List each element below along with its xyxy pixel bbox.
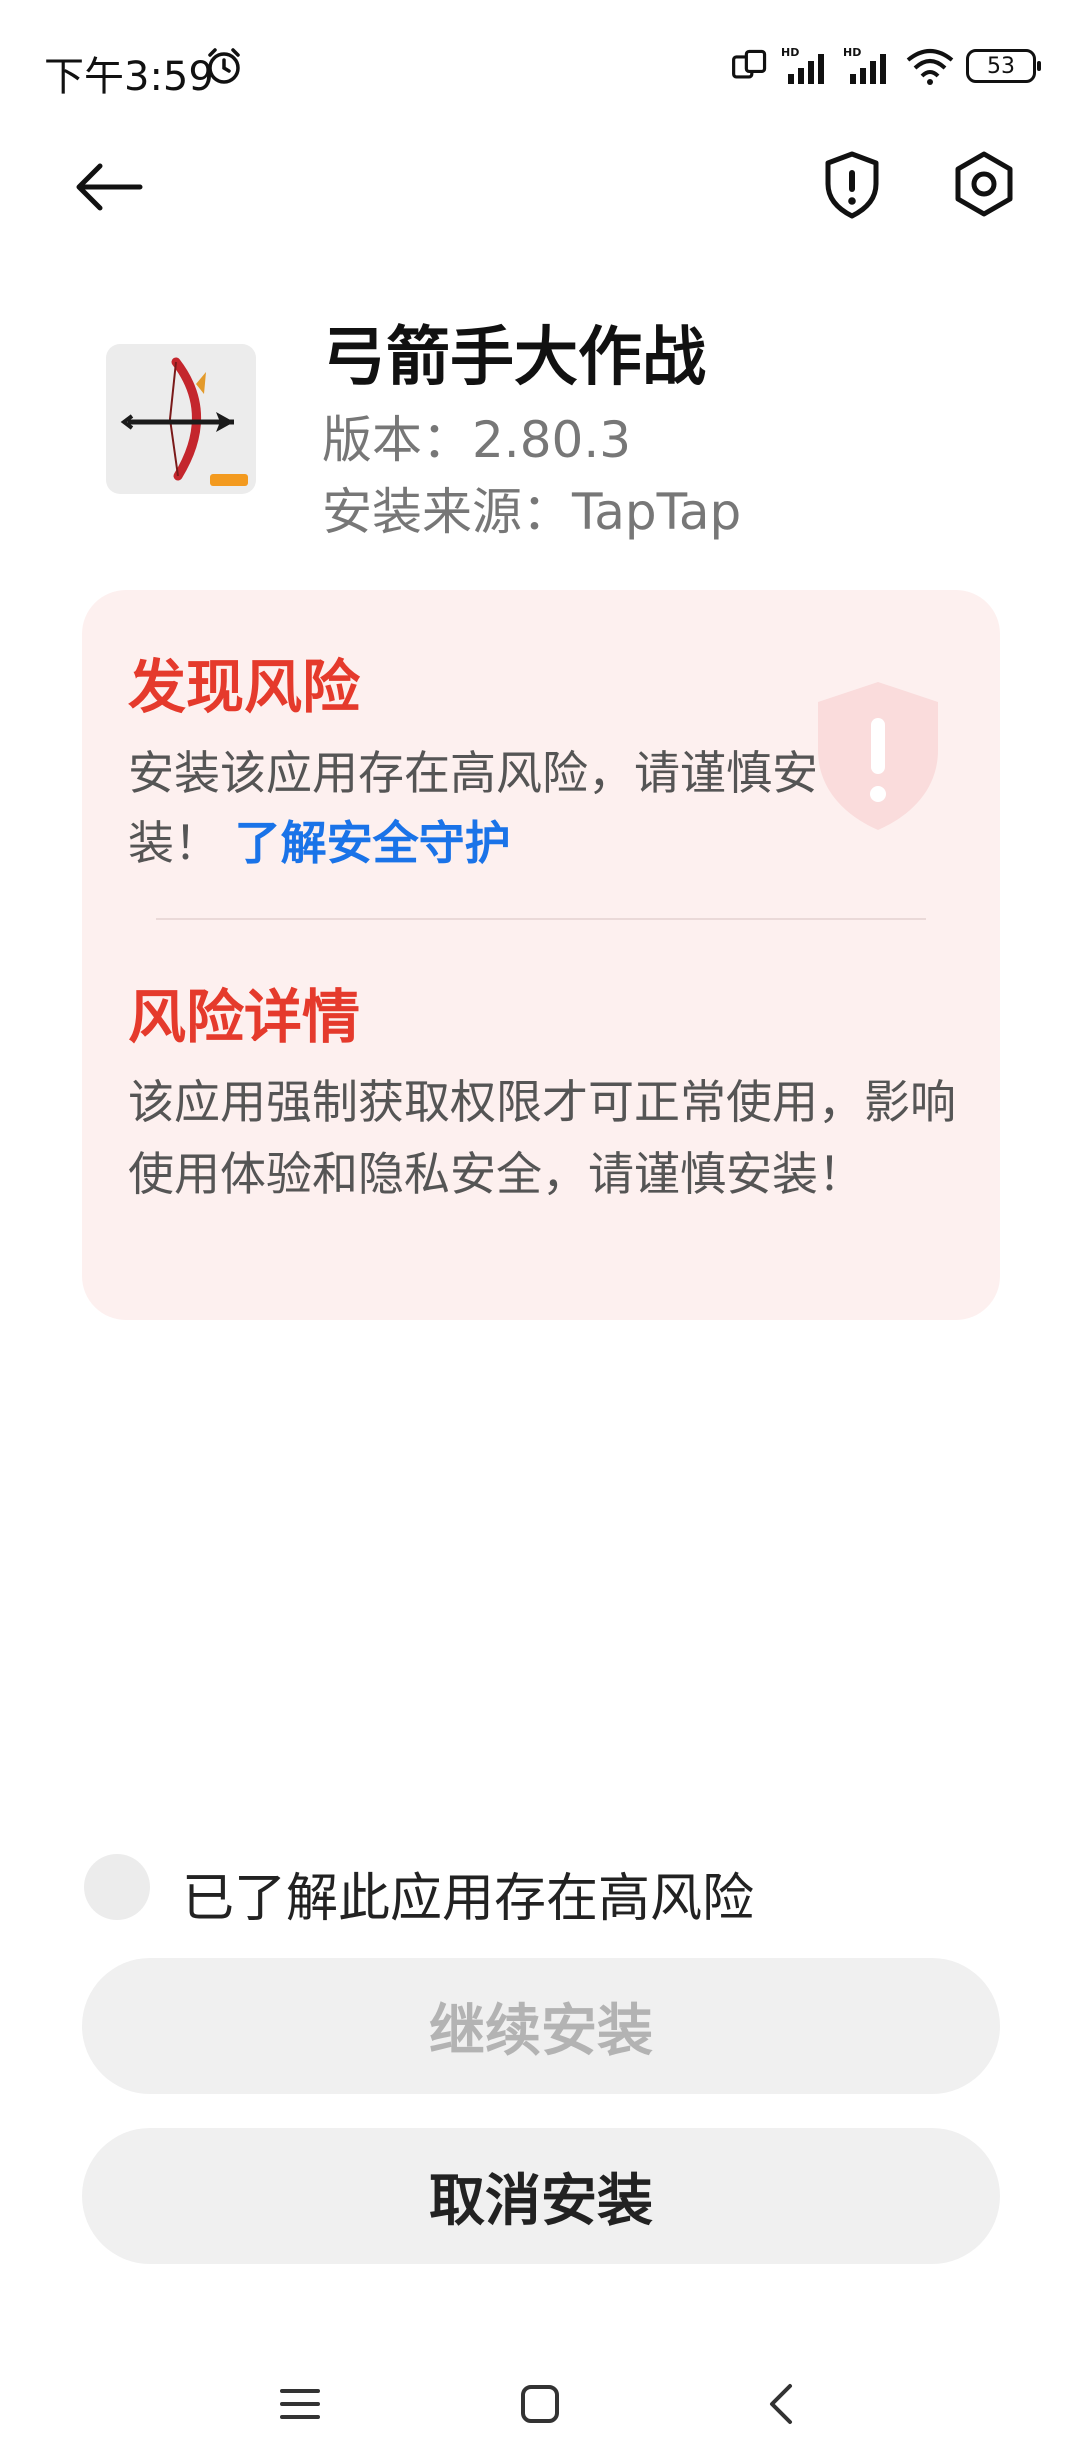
risk-card: 发现风险 安装该应用存在高风险，请谨慎安装！ 了解安全守护 风险详情 该应用强制… bbox=[82, 590, 1000, 1320]
acknowledge-checkbox[interactable] bbox=[84, 1854, 150, 1920]
svg-text:HD: HD bbox=[843, 46, 861, 59]
app-source: 安装来源：TapTap bbox=[322, 483, 742, 541]
menu-icon[interactable] bbox=[278, 2382, 322, 2426]
app-name: 弓箭手大作战 bbox=[322, 321, 706, 395]
alarm-icon bbox=[208, 48, 240, 84]
gear-icon[interactable] bbox=[944, 144, 1024, 224]
hd-signal-icon: HD bbox=[781, 46, 824, 84]
wifi-icon bbox=[906, 49, 954, 85]
acknowledge-label[interactable]: 已了解此应用存在高风险 bbox=[182, 1856, 754, 1931]
risk-title: 发现风险 bbox=[128, 653, 361, 721]
toolbar bbox=[0, 130, 1080, 240]
cancel-install-button[interactable]: 取消安装 bbox=[82, 2128, 1000, 2264]
battery-icon: 53 bbox=[966, 49, 1041, 83]
app-version: 版本：2.80.3 bbox=[322, 411, 632, 469]
status-time: 下午3:59 bbox=[44, 54, 214, 100]
home-square-icon[interactable] bbox=[518, 2382, 562, 2426]
risk-description: 安装该应用存在高风险，请谨慎安装！ 了解安全守护 bbox=[128, 738, 828, 878]
acknowledge-row[interactable]: 已了解此应用存在高风险 bbox=[82, 1848, 1000, 1931]
status-icons: HD HD 53 bbox=[730, 44, 1041, 88]
risk-detail-title: 风险详情 bbox=[128, 983, 361, 1051]
hd-signal-icon: HD bbox=[843, 46, 886, 84]
warning-shield-icon bbox=[818, 682, 938, 830]
divider bbox=[156, 918, 926, 920]
security-guard-link[interactable]: 了解安全守护 bbox=[235, 816, 511, 870]
svg-text:HD: HD bbox=[781, 46, 799, 59]
battery-level: 53 bbox=[987, 53, 1015, 79]
install-risk-page: 下午3:59 HD HD 53 弓箭手大作战 版本：2.80.3 安装来源：Ta… bbox=[0, 0, 1080, 2460]
risk-detail-text: 该应用强制获取权限才可正常使用，影响使用体验和隐私安全，请谨慎安装！ bbox=[128, 1075, 956, 1201]
shield-exclamation-icon[interactable] bbox=[812, 144, 892, 224]
screen-cast-icon bbox=[732, 49, 767, 79]
back-chevron-icon[interactable] bbox=[760, 2382, 804, 2426]
continue-install-button[interactable]: 继续安装 bbox=[82, 1958, 1000, 2094]
bow-arrow-icon bbox=[120, 357, 248, 486]
navigation-bar bbox=[0, 2360, 1080, 2460]
arrow-left-icon[interactable] bbox=[70, 148, 148, 226]
status-bar: 下午3:59 HD HD 53 bbox=[0, 0, 1080, 130]
app-icon bbox=[106, 344, 256, 494]
